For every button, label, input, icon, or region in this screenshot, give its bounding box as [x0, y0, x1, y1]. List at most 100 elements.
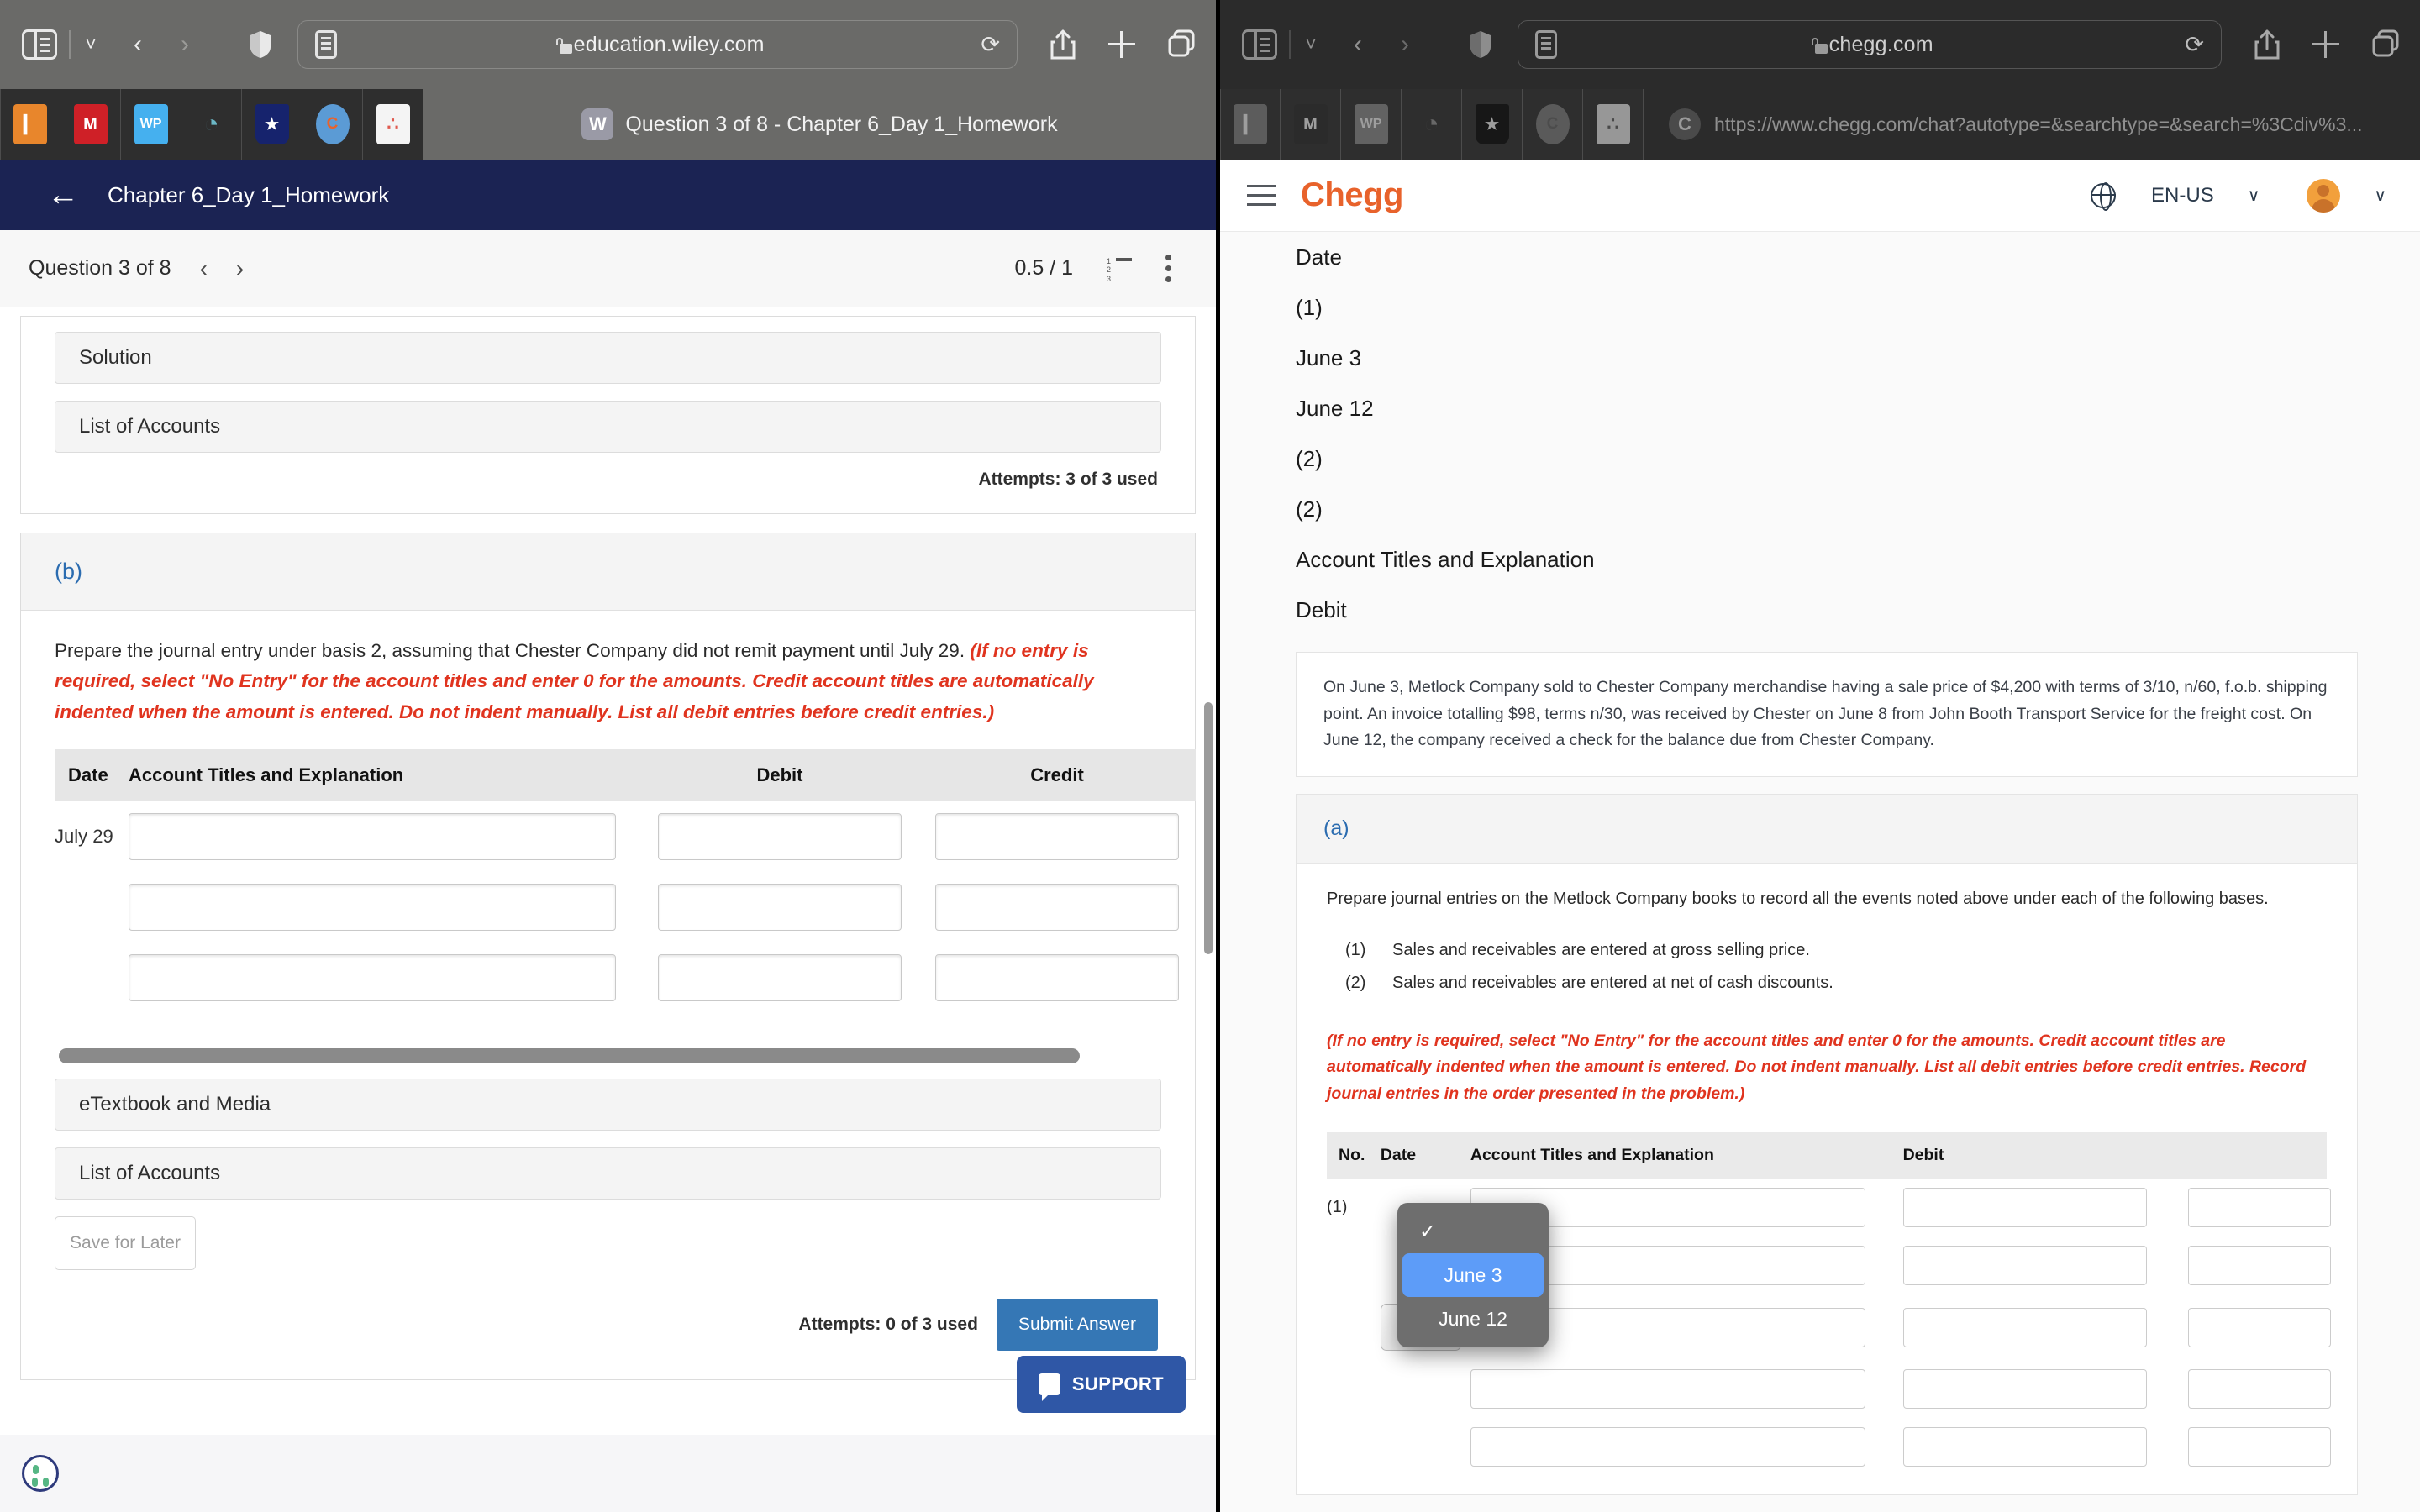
date-dropdown-menu[interactable]: ✓ June 3 June 12	[1397, 1203, 1549, 1347]
favorite-bookmark-star-shield[interactable]: ★	[242, 89, 302, 160]
new-tab-icon[interactable]	[1108, 29, 1135, 60]
sidebar-dropdown-chevron-icon[interactable]: ˅	[82, 35, 99, 54]
chegg-credit-input-3[interactable]	[2188, 1307, 2332, 1347]
reader-view-icon[interactable]	[1535, 30, 1557, 59]
next-question-button[interactable]: ›	[236, 255, 244, 282]
chegg-debit-input-1[interactable]	[1902, 1188, 2147, 1228]
dropdown-option-june-3[interactable]: June 3	[1402, 1253, 1544, 1297]
share-icon[interactable]	[1050, 29, 1076, 60]
back-arrow-icon[interactable]: ←	[47, 179, 79, 211]
forward-button[interactable]: ›	[161, 32, 208, 57]
favorite-bookmark-m[interactable]: M	[1281, 89, 1341, 160]
chegg-credit-input-2[interactable]	[2188, 1246, 2332, 1286]
chevron-down-icon[interactable]: ∨	[2248, 185, 2260, 206]
credit-input-2[interactable]	[935, 884, 1179, 932]
table-horizontal-scrollbar[interactable]	[59, 1048, 1080, 1064]
chegg-logo[interactable]: Chegg	[1301, 176, 1403, 214]
basis-2-text: Sales and receivables are entered at net…	[1392, 973, 1833, 992]
back-button[interactable]: ‹	[1334, 32, 1381, 57]
hamburger-menu-icon[interactable]	[1247, 184, 1276, 207]
save-for-later-button[interactable]: Save for Later	[55, 1216, 196, 1271]
favorite-bookmark-canvas[interactable]: ∴	[1583, 89, 1644, 160]
part-a-attempts: Attempts: 3 of 3 used	[978, 470, 1158, 489]
right-favorites-group: ▎ M WP ◔ ★ C ∴	[1220, 89, 1644, 160]
sidebar-toggle-icon[interactable]	[1242, 29, 1277, 60]
tab-overview-icon[interactable]	[2371, 29, 2399, 60]
chegg-credit-input-4[interactable]	[2188, 1369, 2332, 1410]
submit-answer-button[interactable]: Submit Answer	[996, 1299, 1158, 1352]
favorite-bookmark-m[interactable]: M	[60, 89, 121, 160]
list-of-accounts-accordion-a[interactable]: List of Accounts	[55, 401, 1161, 453]
part-b-prompt: Prepare the journal entry under basis 2,…	[55, 636, 1161, 727]
left-favorites-group: ▎ M WP ◔ ★ C ∴	[0, 89, 424, 160]
account-input-3[interactable]	[129, 954, 616, 1002]
question-list-icon[interactable]: 123	[1107, 257, 1132, 283]
dropdown-option-june-12[interactable]: June 12	[1402, 1297, 1544, 1341]
account-input-2[interactable]	[129, 884, 616, 932]
favorite-bookmark-canvas[interactable]: ∴	[363, 89, 424, 160]
dual-browser-screen: ˅ ‹ › education.wiley.com ⟳ ▎ M WP ◔ ★ C…	[0, 0, 2420, 1512]
share-icon[interactable]	[2254, 29, 2281, 60]
chegg-credit-input-5[interactable]	[2188, 1427, 2332, 1467]
cookie-consent-bar	[0, 1435, 1216, 1512]
list-of-accounts-label-a: List of Accounts	[79, 415, 221, 438]
chegg-col-credit	[2188, 1132, 2327, 1179]
right-active-tab[interactable]: C https://www.chegg.com/chat?autotype=&s…	[1644, 89, 2420, 160]
favorite-bookmark-orange[interactable]: ▎	[0, 89, 60, 160]
privacy-shield-icon[interactable]	[239, 30, 282, 59]
more-options-icon[interactable]	[1165, 254, 1172, 283]
privacy-shield-icon[interactable]	[1459, 30, 1502, 59]
forward-button[interactable]: ›	[1381, 32, 1428, 57]
chegg-part-a-letter: (a)	[1323, 816, 1349, 840]
lock-icon	[554, 37, 573, 54]
chegg-no-cell-1: (1)	[1327, 1198, 1348, 1217]
credit-input-1[interactable]	[935, 813, 1179, 861]
reload-button[interactable]: ⟳	[981, 32, 1000, 58]
favorite-bookmark-chegg[interactable]: C	[1523, 89, 1583, 160]
reload-button[interactable]: ⟳	[2185, 32, 2204, 58]
new-tab-icon[interactable]	[2312, 29, 2339, 60]
chegg-account-input-4[interactable]	[1470, 1369, 1865, 1410]
address-bar[interactable]: education.wiley.com ⟳	[297, 20, 1018, 69]
support-button[interactable]: SUPPORT	[1016, 1356, 1186, 1413]
chegg-account-input-5[interactable]	[1470, 1427, 1865, 1467]
back-button[interactable]: ‹	[114, 32, 161, 57]
account-chevron-down-icon[interactable]: ∨	[2374, 185, 2386, 206]
chegg-debit-input-3[interactable]	[1902, 1307, 2147, 1347]
account-input-1[interactable]	[129, 813, 616, 861]
avatar[interactable]	[2307, 178, 2341, 213]
list-of-accounts-accordion-b[interactable]: List of Accounts	[55, 1147, 1161, 1200]
favorite-bookmark-orange[interactable]: ▎	[1220, 89, 1281, 160]
sidebar-toggle-icon[interactable]	[22, 29, 57, 60]
left-active-tab[interactable]: W Question 3 of 8 - Chapter 6_Day 1_Home…	[424, 89, 1216, 160]
page-scrollbar[interactable]	[1204, 702, 1213, 954]
chegg-debit-input-5[interactable]	[1902, 1427, 2147, 1467]
cookie-icon[interactable]	[22, 1455, 59, 1492]
chegg-debit-input-2[interactable]	[1902, 1246, 2147, 1286]
sidebar-dropdown-chevron-icon[interactable]: ˅	[1302, 35, 1319, 54]
solution-accordion[interactable]: Solution	[55, 332, 1161, 384]
reader-view-icon[interactable]	[315, 30, 337, 59]
favorite-bookmark-vialto[interactable]: ◔	[182, 89, 242, 160]
credit-input-3[interactable]	[935, 954, 1179, 1002]
basis-1-number: (1)	[1345, 940, 1366, 959]
chegg-debit-input-4[interactable]	[1902, 1369, 2147, 1410]
favorite-bookmark-wp[interactable]: WP	[121, 89, 182, 160]
journal-credit-cell-3	[918, 942, 1196, 1013]
journal-col-date: Date	[55, 749, 129, 802]
favorite-bookmark-wp[interactable]: WP	[1341, 89, 1402, 160]
chegg-credit-input-1[interactable]	[2188, 1188, 2332, 1228]
etextbook-accordion[interactable]: eTextbook and Media	[55, 1079, 1161, 1131]
address-bar[interactable]: chegg.com ⟳	[1518, 20, 2222, 69]
language-selector-label[interactable]: EN-US	[2151, 184, 2214, 207]
debit-input-3[interactable]	[658, 954, 902, 1002]
dropdown-option-blank[interactable]: ✓	[1402, 1210, 1544, 1253]
favorite-bookmark-chegg[interactable]: C	[302, 89, 363, 160]
debit-input-2[interactable]	[658, 884, 902, 932]
tab-overview-icon[interactable]	[1167, 29, 1195, 60]
favorite-bookmark-vialto[interactable]: ◔	[1402, 89, 1462, 160]
prev-question-button[interactable]: ‹	[200, 255, 208, 282]
debit-input-1[interactable]	[658, 813, 902, 861]
chegg-credit-cell-4	[2188, 1360, 2332, 1418]
favorite-bookmark-star-shield[interactable]: ★	[1462, 89, 1523, 160]
